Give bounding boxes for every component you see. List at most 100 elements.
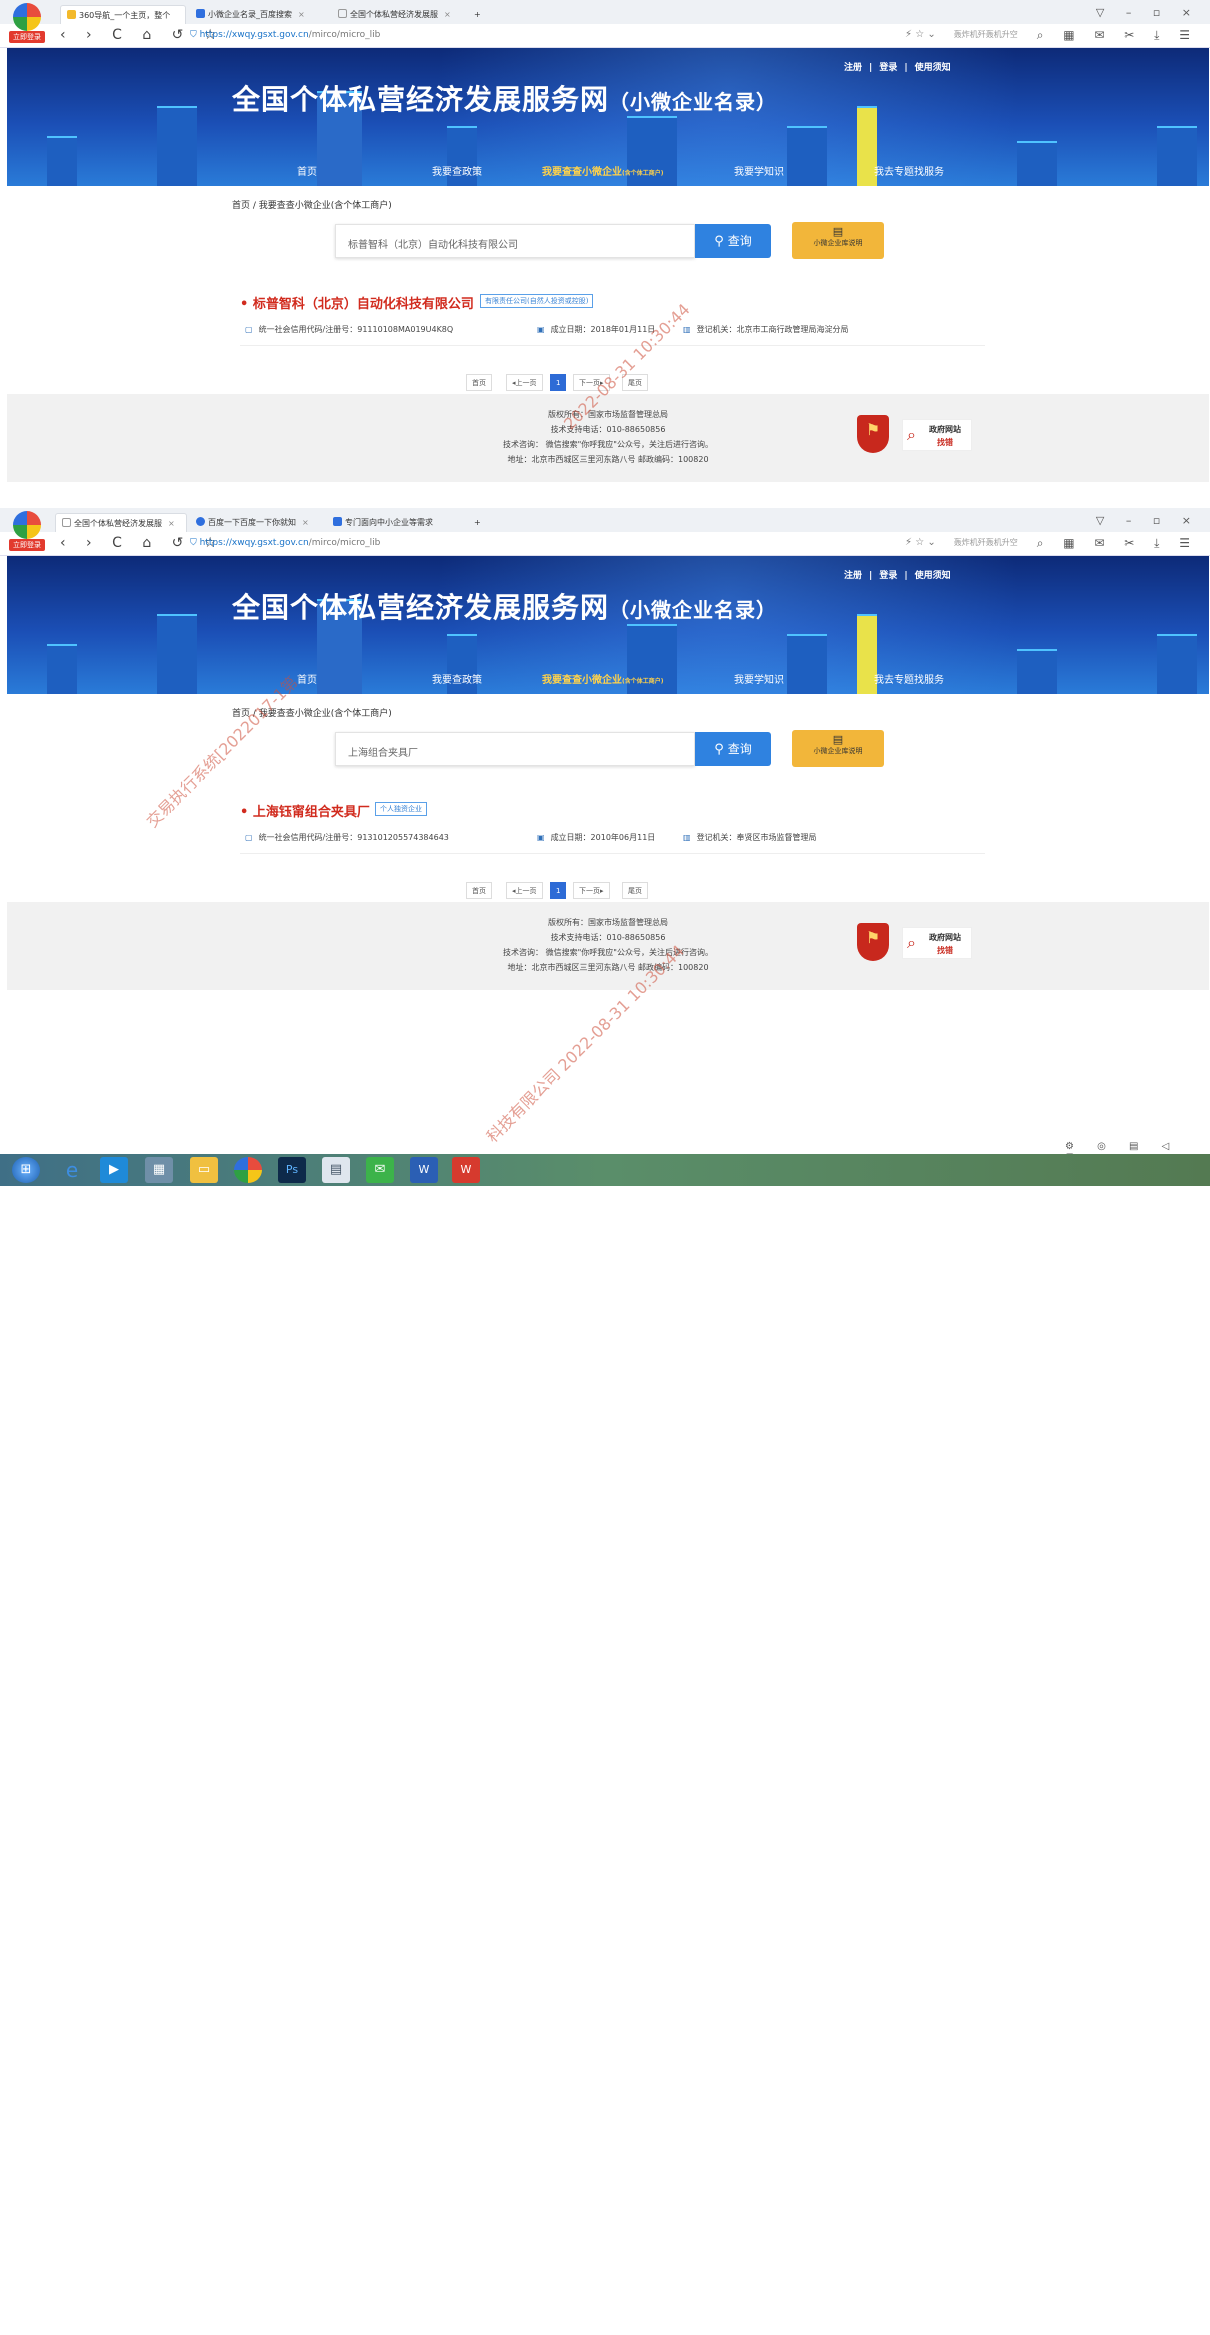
gov-error-badge[interactable]: ⌕ 政府网站 找错 bbox=[902, 927, 972, 959]
browser-tools[interactable]: ⌕ ▦ ✉ ✂ ⤓ ☰ bbox=[1037, 28, 1198, 43]
tab-1[interactable]: 全国个体私营经济发展服 × bbox=[55, 513, 187, 532]
media-player-icon[interactable]: ▶ bbox=[100, 1157, 128, 1183]
result-type-tag: 有限责任公司(自然人投资或控股) bbox=[480, 294, 594, 308]
window-controls[interactable]: ▽ – ▫ × bbox=[1096, 6, 1200, 19]
tab-3[interactable]: 全国个体私营经济发展服 × bbox=[332, 5, 462, 24]
result-item: • 上海钰甯组合夹具厂 个人独资企业 ▢ 统一社会信用代码/注册号：9131012… bbox=[240, 798, 985, 854]
tab-2[interactable]: 小微企业名录_百度搜索 × bbox=[190, 5, 330, 24]
browser-logo[interactable]: 立即登录 bbox=[9, 3, 45, 45]
login-link[interactable]: 登录 bbox=[879, 63, 897, 73]
menu-policy[interactable]: 我要查政策 bbox=[432, 671, 482, 686]
tab-label: 全国个体私营经济发展服 bbox=[74, 519, 162, 528]
browser-tools[interactable]: ⌕ ▦ ✉ ✂ ⤓ ☰ bbox=[1037, 536, 1198, 551]
menu-service[interactable]: 我去专题找服务 bbox=[874, 671, 944, 686]
menu-service[interactable]: 我去专题找服务 bbox=[874, 163, 944, 178]
tab-3[interactable]: 专门面向中小企业等需求 bbox=[327, 513, 463, 532]
breadcrumb[interactable]: 首页 / 我要查查小微企业(含个体工商户) bbox=[232, 198, 392, 211]
address-extras[interactable]: ⚡ ☆ ⌄ 轰炸机歼轰机升空 bbox=[905, 29, 1018, 40]
url-field[interactable]: ⛉ https://xwqy.gsxt.gov.cn/mirco/micro_l… bbox=[190, 538, 380, 548]
guide-button[interactable]: ▤ 小微企业库说明 bbox=[792, 730, 884, 767]
tab-close-icon[interactable]: × bbox=[168, 519, 175, 528]
menu-knowledge[interactable]: 我要学知识 bbox=[734, 671, 784, 686]
browser-360-icon[interactable] bbox=[234, 1157, 262, 1183]
new-tab-button[interactable]: + bbox=[468, 5, 488, 24]
url-host: https://xwqy.gsxt.gov.cn bbox=[199, 30, 309, 40]
menu-knowledge[interactable]: 我要学知识 bbox=[734, 163, 784, 178]
site-title-main: 全国个体私营经济发展服务网 bbox=[232, 591, 610, 624]
usage-link[interactable]: 使用须知 bbox=[915, 571, 951, 581]
gov-error-badge[interactable]: ⌕ 政府网站 找错 bbox=[902, 419, 972, 451]
building-icon: ▥ bbox=[683, 325, 691, 334]
magnifier-icon: ⌕ bbox=[907, 933, 916, 952]
result-name[interactable]: • 标普智科（北京）自动化科技有限公司 bbox=[240, 293, 474, 312]
result-date-text: 成立日期：2018年01月11日 bbox=[550, 325, 656, 334]
result-name-highlight: 组合夹具厂 bbox=[304, 805, 370, 820]
notepad-icon[interactable]: ▤ bbox=[322, 1157, 350, 1183]
party-badge-icon[interactable]: ⚑ bbox=[857, 415, 889, 453]
menu-enterprise[interactable]: 我要查查小微企业(含个体工商户) bbox=[542, 671, 664, 686]
menu-policy[interactable]: 我要查政策 bbox=[432, 163, 482, 178]
menu-enterprise[interactable]: 我要查查小微企业(含个体工商户) bbox=[542, 163, 664, 178]
window-controls[interactable]: ▽ – ▫ × bbox=[1096, 514, 1200, 527]
magnifier-icon: ⌕ bbox=[907, 425, 916, 444]
url-field[interactable]: ⛉ https://xwqy.gsxt.gov.cn/mirco/micro_l… bbox=[190, 30, 380, 40]
pager-last[interactable]: 尾页 bbox=[622, 882, 648, 899]
document-icon: ▤ bbox=[832, 225, 844, 238]
site-title: 全国个体私营经济发展服务网（小微企业名录） bbox=[232, 586, 777, 626]
start-button-icon[interactable]: ⊞ bbox=[12, 1157, 40, 1183]
pager-next[interactable]: 下一页▸ bbox=[573, 882, 610, 899]
register-link[interactable]: 注册 bbox=[844, 63, 862, 73]
browser-logo[interactable]: 立即登录 bbox=[9, 511, 45, 553]
site-title-main: 全国个体私营经济发展服务网 bbox=[232, 83, 610, 116]
pager-page-1[interactable]: 1 bbox=[550, 374, 567, 391]
search-button[interactable]: ⚲ 查询 bbox=[695, 732, 771, 766]
site-banner: 全国个体私营经济发展服务网（小微企业名录） 注册 | 登录 | 使用须知 首页 我要查政… bbox=[7, 48, 1209, 186]
tab-close-icon[interactable]: × bbox=[298, 10, 305, 19]
party-badge-icon[interactable]: ⚑ bbox=[857, 923, 889, 961]
menu-home[interactable]: 首页 bbox=[297, 163, 317, 178]
pager-first[interactable]: 首页 bbox=[466, 882, 492, 899]
tab-close-icon[interactable]: × bbox=[444, 10, 451, 19]
register-link[interactable]: 注册 bbox=[844, 571, 862, 581]
search-input[interactable]: 标普智科（北京）自动化科技有限公司 bbox=[335, 224, 695, 258]
lock-icon: ⛉ bbox=[190, 538, 200, 548]
pager-prev[interactable]: ◂上一页 bbox=[506, 374, 543, 391]
tab-close-icon[interactable]: × bbox=[302, 518, 309, 527]
wechat-icon[interactable]: ✉ bbox=[366, 1157, 394, 1183]
tab-label: 百度一下百度一下你就知 bbox=[208, 518, 296, 527]
result-code-text: 统一社会信用代码/注册号：913101205574384643 bbox=[258, 833, 449, 842]
tab-2[interactable]: 百度一下百度一下你就知 × bbox=[190, 513, 324, 532]
site-footer: 版权所有：国家市场监督管理总局 技术支持电话：010-88650856 技术咨询… bbox=[7, 902, 1209, 990]
search-button[interactable]: ⚲ 查询 bbox=[695, 224, 771, 258]
browser-search-hint[interactable]: 轰炸机歼轰机升空 bbox=[954, 537, 1018, 548]
photoshop-icon[interactable]: Ps bbox=[278, 1157, 306, 1183]
word-icon[interactable]: W bbox=[410, 1157, 438, 1183]
result-name-text: 上海钰甯 bbox=[252, 805, 305, 820]
result-name[interactable]: • 上海钰甯组合夹具厂 bbox=[240, 801, 370, 820]
pager-first[interactable]: 首页 bbox=[466, 374, 492, 391]
usage-link[interactable]: 使用须知 bbox=[915, 63, 951, 73]
result-date-text: 成立日期：2010年06月11日 bbox=[550, 833, 656, 842]
search-input[interactable]: 上海组合夹具厂 bbox=[335, 732, 695, 766]
footer-consult: 技术咨询： 微信搜索"你呼我应"公众号，关注后进行咨询。 bbox=[503, 948, 713, 957]
calculator-icon[interactable]: ▦ bbox=[145, 1157, 173, 1183]
logo-360-icon bbox=[13, 511, 41, 539]
clock[interactable]: 11:27 2022-8-9 bbox=[1150, 2313, 1191, 2335]
new-tab-button[interactable]: + bbox=[468, 513, 488, 532]
tab-label: 专门面向中小企业等需求 bbox=[345, 518, 433, 527]
pager-prev[interactable]: ◂上一页 bbox=[506, 882, 543, 899]
tab-1[interactable]: 360导航_一个主页，整个 bbox=[60, 5, 186, 24]
wps-icon[interactable]: W bbox=[452, 1157, 480, 1183]
browser-search-hint[interactable]: 轰炸机歼轰机升空 bbox=[954, 29, 1018, 40]
guide-button[interactable]: ▤ 小微企业库说明 bbox=[792, 222, 884, 259]
clock-time: 11:27 bbox=[1157, 2313, 1184, 2323]
login-link[interactable]: 登录 bbox=[879, 571, 897, 581]
footer-address: 地址：北京市西城区三里河东路八号 邮政编码：100820 bbox=[507, 963, 709, 972]
ie-icon[interactable]: e bbox=[58, 1157, 86, 1183]
folder-icon[interactable]: ▭ bbox=[190, 1157, 218, 1183]
document-icon: ▤ bbox=[832, 733, 844, 746]
system-tray[interactable]: CH ⚑ ⚙ ▲ ▭ ◁) bbox=[1020, 2318, 1089, 2328]
pager-page-1[interactable]: 1 bbox=[550, 882, 567, 899]
search-button-label: 查询 bbox=[727, 742, 752, 756]
address-extras[interactable]: ⚡ ☆ ⌄ 轰炸机歼轰机升空 bbox=[905, 537, 1018, 548]
